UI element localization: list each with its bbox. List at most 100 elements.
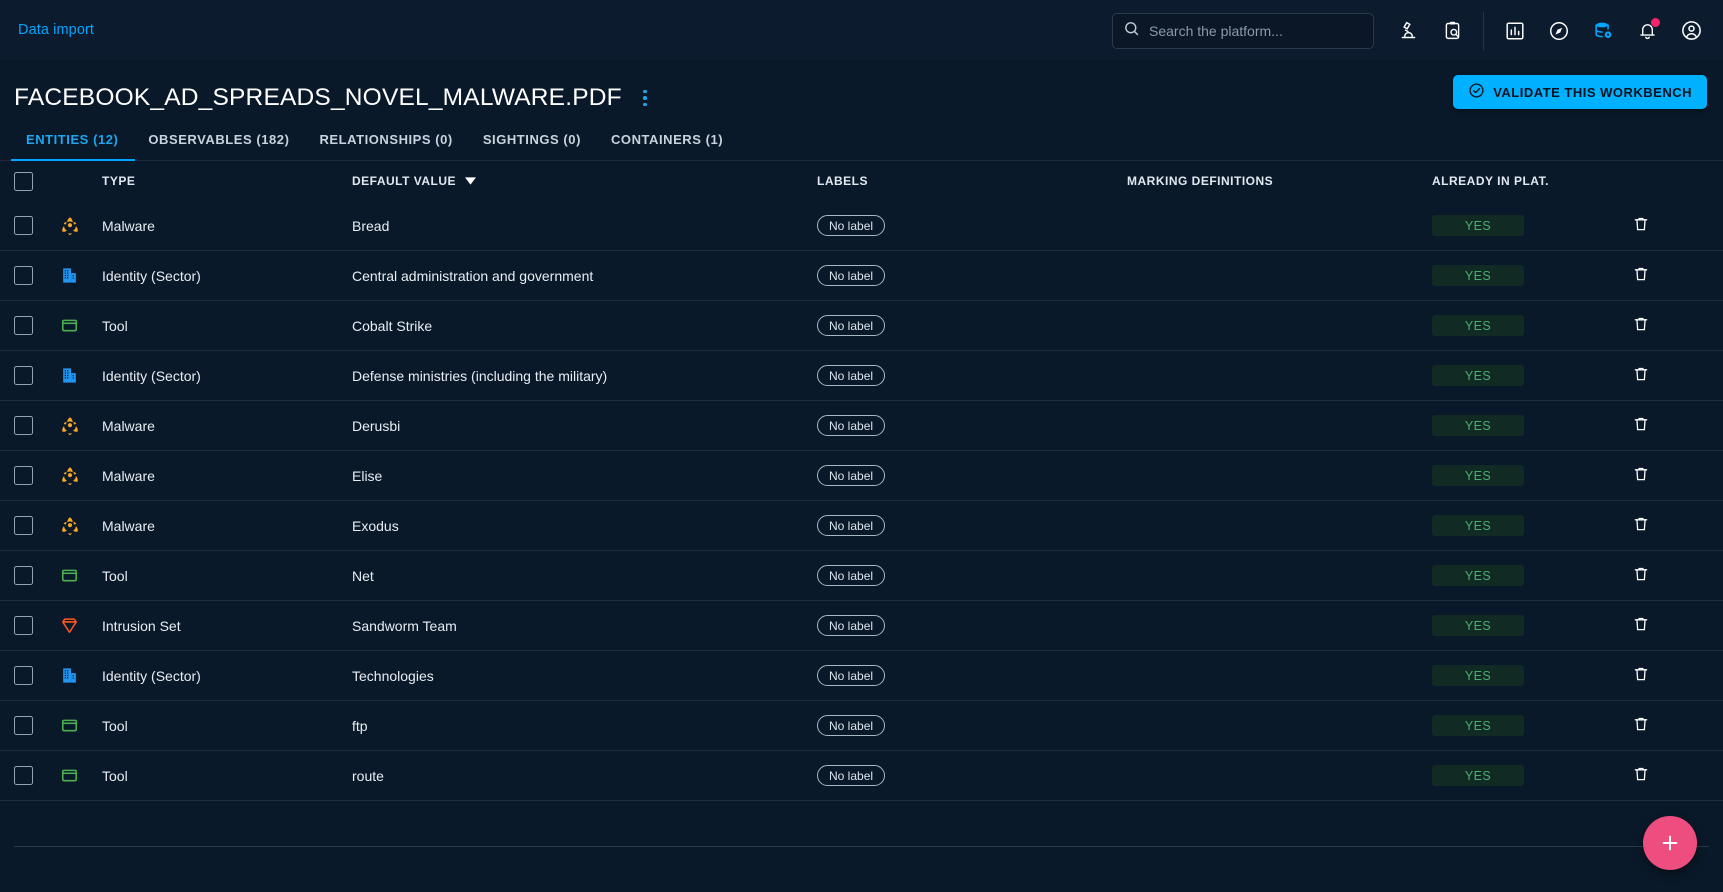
cell-type: Tool [102, 567, 128, 584]
delete-icon[interactable] [1632, 715, 1650, 736]
row-checkbox[interactable] [14, 266, 33, 285]
tab-relationships[interactable]: RELATIONSHIPS (0) [304, 132, 467, 160]
compass-icon[interactable] [1537, 9, 1581, 53]
cell-delete [1632, 565, 1692, 586]
row-checkbox[interactable] [14, 666, 33, 685]
column-header-already-in-platform[interactable]: ALREADY IN PLAT. [1432, 174, 1632, 188]
active-tab-indicator [11, 159, 135, 161]
delete-icon[interactable] [1632, 315, 1650, 336]
cell-type: Tool [102, 717, 128, 734]
top-navigation-bar: Data import [0, 0, 1723, 61]
row-checkbox[interactable] [14, 416, 33, 435]
no-label-chip[interactable]: No label [817, 565, 886, 586]
already-in-platform-badge: YES [1432, 315, 1524, 336]
create-entity-fab[interactable] [1643, 816, 1697, 870]
row-checkbox[interactable] [14, 466, 33, 485]
cell-type: Malware [102, 217, 155, 234]
clipboard-search-icon[interactable] [1430, 9, 1474, 53]
cell-labels: No label [817, 315, 1127, 336]
page-title: FACEBOOK_AD_SPREADS_NOVEL_MALWARE.PDF [14, 84, 622, 111]
delete-icon[interactable] [1632, 215, 1650, 236]
no-label-chip[interactable]: No label [817, 665, 886, 686]
cell-delete [1632, 415, 1692, 436]
table-row[interactable]: Tool Cobalt Strike No label YES [0, 301, 1723, 351]
no-label-chip[interactable]: No label [817, 515, 886, 536]
row-checkbox[interactable] [14, 766, 33, 785]
notification-bell-icon[interactable] [1625, 9, 1669, 53]
delete-icon[interactable] [1632, 765, 1650, 786]
database-settings-icon[interactable] [1581, 9, 1625, 53]
row-select-cell [14, 216, 60, 235]
row-checkbox[interactable] [14, 516, 33, 535]
already-in-platform-badge: YES [1432, 765, 1524, 786]
row-checkbox[interactable] [14, 216, 33, 235]
microscope-icon[interactable] [1386, 9, 1430, 53]
table-row[interactable]: Malware Exodus No label YES [0, 501, 1723, 551]
tab-observables[interactable]: OBSERVABLES (182) [133, 132, 304, 160]
table-row[interactable]: Identity (Sector) Technologies No label YES [0, 651, 1723, 701]
delete-icon[interactable] [1632, 515, 1650, 536]
data-import-link[interactable]: Data import [18, 22, 94, 38]
more-options-icon[interactable] [632, 85, 658, 111]
search-box[interactable] [1112, 12, 1374, 49]
cell-type: Intrusion Set [102, 617, 181, 634]
delete-icon[interactable] [1632, 265, 1650, 286]
delete-icon[interactable] [1632, 365, 1650, 386]
column-header-type[interactable]: TYPE [102, 174, 352, 188]
tab-sightings[interactable]: SIGHTINGS (0) [468, 132, 596, 160]
tool-icon [60, 716, 102, 735]
select-all-checkbox[interactable] [14, 171, 33, 191]
row-checkbox[interactable] [14, 366, 33, 385]
row-checkbox[interactable] [14, 316, 33, 335]
table-row[interactable]: Tool route No label YES [0, 751, 1723, 801]
table-row[interactable]: Tool Net No label YES [0, 551, 1723, 601]
no-label-chip[interactable]: No label [817, 315, 886, 336]
validate-workbench-button[interactable]: VALIDATE THIS WORKBENCH [1453, 75, 1707, 109]
no-label-chip[interactable]: No label [817, 415, 886, 436]
delete-icon[interactable] [1632, 665, 1650, 686]
cell-delete [1632, 215, 1692, 236]
table-row[interactable]: Intrusion Set Sandworm Team No label YES [0, 601, 1723, 651]
account-circle-icon[interactable] [1669, 9, 1713, 53]
tool-icon [60, 766, 102, 785]
column-header-default-value[interactable]: DEFAULT VALUE [352, 174, 817, 188]
building-icon [60, 666, 102, 685]
no-label-chip[interactable]: No label [817, 265, 886, 286]
row-select-cell [14, 666, 60, 685]
no-label-chip[interactable]: No label [817, 765, 886, 786]
table-body: Malware Bread No label YES Identity (Sector)… [0, 201, 1723, 801]
table-row[interactable]: Tool ftp No label YES [0, 701, 1723, 751]
column-header-labels[interactable]: LABELS [817, 174, 1127, 188]
building-icon [60, 266, 102, 285]
already-in-platform-badge: YES [1432, 515, 1524, 536]
tab-entities[interactable]: ENTITIES (12) [11, 132, 133, 160]
table-header-row: TYPE DEFAULT VALUE LABELS MARKING DEFINI… [0, 161, 1723, 201]
table-row[interactable]: Malware Bread No label YES [0, 201, 1723, 251]
table-row[interactable]: Malware Elise No label YES [0, 451, 1723, 501]
row-checkbox[interactable] [14, 716, 33, 735]
chart-square-icon[interactable] [1493, 9, 1537, 53]
delete-icon[interactable] [1632, 415, 1650, 436]
table-row[interactable]: Malware Derusbi No label YES [0, 401, 1723, 451]
no-label-chip[interactable]: No label [817, 615, 886, 636]
row-checkbox[interactable] [14, 616, 33, 635]
row-select-cell [14, 766, 60, 785]
table-row[interactable]: Identity (Sector) Defense ministries (inc… [0, 351, 1723, 401]
cell-default-value: Derusbi [352, 417, 401, 434]
row-checkbox[interactable] [14, 566, 33, 585]
delete-icon[interactable] [1632, 465, 1650, 486]
entities-table: TYPE DEFAULT VALUE LABELS MARKING DEFINI… [0, 161, 1723, 847]
search-input[interactable] [1149, 22, 1363, 39]
delete-icon[interactable] [1632, 565, 1650, 586]
cell-type: Identity (Sector) [102, 267, 201, 284]
column-header-marking-definitions[interactable]: MARKING DEFINITIONS [1127, 174, 1432, 188]
delete-icon[interactable] [1632, 615, 1650, 636]
tab-containers[interactable]: CONTAINERS (1) [596, 132, 738, 160]
cell-labels: No label [817, 615, 1127, 636]
no-label-chip[interactable]: No label [817, 365, 886, 386]
no-label-chip[interactable]: No label [817, 215, 886, 236]
table-row[interactable]: Identity (Sector) Central administration … [0, 251, 1723, 301]
no-label-chip[interactable]: No label [817, 465, 886, 486]
no-label-chip[interactable]: No label [817, 715, 886, 736]
biohazard-icon [60, 416, 102, 436]
